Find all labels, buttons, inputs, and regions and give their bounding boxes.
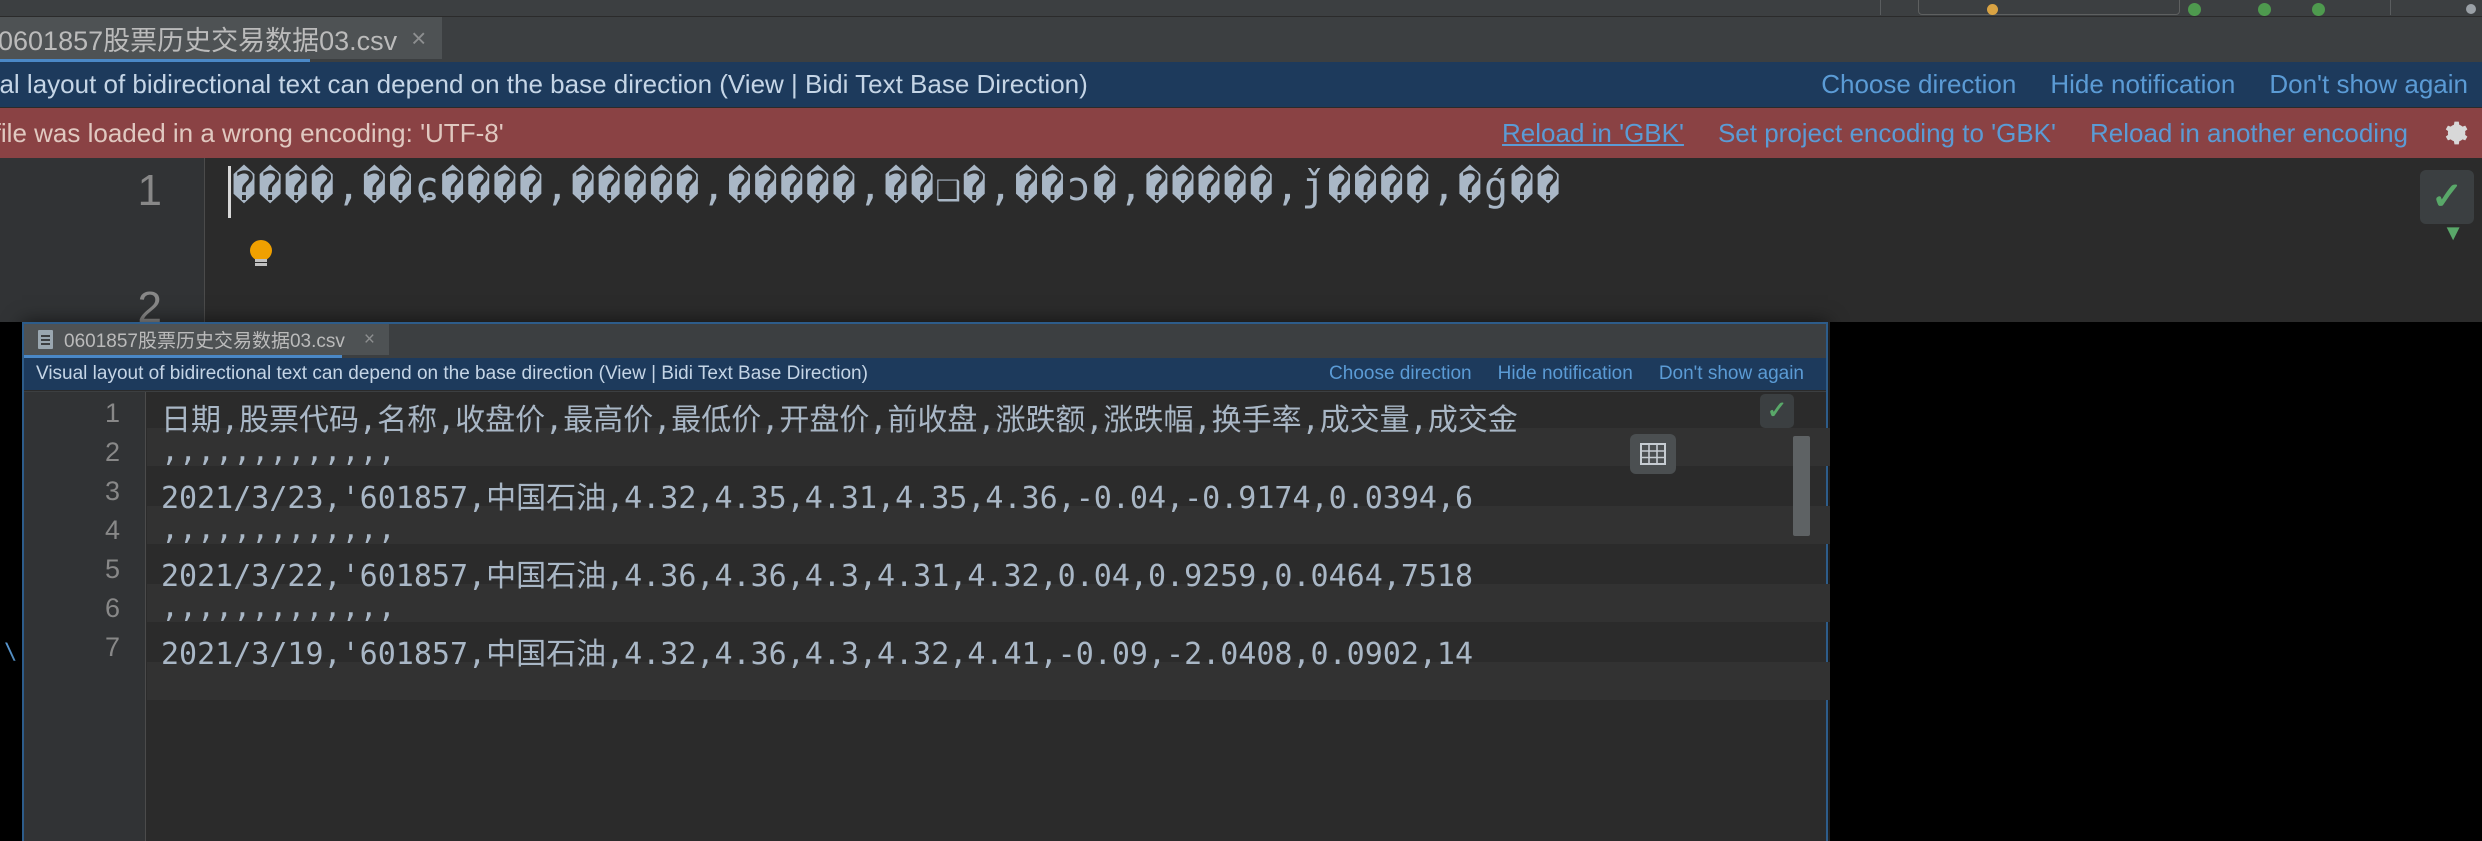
debug-button-icon[interactable] <box>2258 3 2271 16</box>
run-configuration-combo[interactable] <box>1918 0 2180 15</box>
run-config-icon <box>1987 4 1998 15</box>
code-line[interactable]: ,,,,,,,,,,,,, <box>161 512 396 547</box>
inner-bidi-notification-message: Visual layout of bidirectional text can … <box>36 363 868 384</box>
dont-show-again-link[interactable]: Don't show again <box>2269 69 2468 100</box>
vertical-scrollbar[interactable] <box>1793 392 1818 841</box>
check-icon: ✓ <box>2431 176 2463 218</box>
line-number: 1 <box>104 398 120 428</box>
csv-file-icon <box>38 330 53 349</box>
inspection-status-widget[interactable]: ✓ <box>2420 170 2474 224</box>
reload-another-encoding-link[interactable]: Reload in another encoding <box>2090 118 2408 149</box>
choose-direction-link[interactable]: Choose direction <box>1821 69 2016 100</box>
line-number: 7 <box>104 632 120 662</box>
check-icon: ✓ <box>1766 397 1788 424</box>
line-number: 1 <box>137 166 162 215</box>
outer-code-line-garbled[interactable]: ����,��ɕ����,�����,�����,��❑�,��ɔ�,�����… <box>232 164 2482 210</box>
code-line[interactable]: 2021/3/23,'601857,中国石油,4.32,4.35,4.31,4.… <box>161 473 1473 517</box>
inner-hide-notification-link[interactable]: Hide notification <box>1498 363 1633 385</box>
gear-icon[interactable] <box>2442 120 2468 146</box>
ide-screen: 0601857股票历史交易数据03.csv × sual layout of b… <box>0 0 2482 841</box>
lightbulb-icon[interactable] <box>250 240 272 266</box>
code-line[interactable]: 2021/3/22,'601857,中国石油,4.36,4.36,4.3,4.3… <box>161 551 1473 595</box>
code-line[interactable]: 日期,股票代码,名称,收盘价,最高价,最低价,开盘价,前收盘,涨跌额,涨跌幅,换… <box>161 395 1518 439</box>
hide-notification-link[interactable]: Hide notification <box>2050 69 2235 100</box>
editor-tab-label: 0601857股票历史交易数据03.csv <box>0 25 398 56</box>
left-text-fragment: \ <box>4 640 18 665</box>
chevron-down-icon[interactable]: ▼ <box>2442 220 2464 246</box>
inner-choose-direction-link[interactable]: Choose direction <box>1329 363 1472 385</box>
scrollbar-thumb[interactable] <box>1793 436 1810 536</box>
inner-inspection-status-widget[interactable]: ✓ <box>1760 394 1794 428</box>
line-number: 6 <box>104 593 120 623</box>
bidi-notification-actions: Choose direction Hide notification Don't… <box>1821 69 2482 100</box>
encoding-notification-actions: Reload in 'GBK' Set project encoding to … <box>1502 118 2482 149</box>
close-icon[interactable]: × <box>364 329 375 351</box>
inner-bidi-notification-banner: Visual layout of bidirectional text can … <box>24 358 1826 391</box>
reload-in-gbk-link[interactable]: Reload in 'GBK' <box>1502 118 1684 149</box>
line-number: 4 <box>104 515 120 545</box>
line-number: 3 <box>104 476 120 506</box>
bidi-notification-message: sual layout of bidirectional text can de… <box>0 69 1088 99</box>
bidi-notification-banner: sual layout of bidirectional text can de… <box>0 62 2482 108</box>
close-icon[interactable]: × <box>411 23 426 54</box>
line-number: 2 <box>104 437 120 467</box>
toolbar-separator-1 <box>1880 0 1881 15</box>
code-line[interactable]: ,,,,,,,,,,,,, <box>161 590 396 625</box>
code-line[interactable]: 2021/3/19,'601857,中国石油,4.32,4.36,4.3,4.3… <box>161 629 1473 673</box>
set-project-encoding-link[interactable]: Set project encoding to 'GBK' <box>1718 118 2056 149</box>
inner-dont-show-again-link[interactable]: Don't show again <box>1659 363 1804 385</box>
encoding-notification-banner: e file was loaded in a wrong encoding: '… <box>0 108 2482 158</box>
inner-editor-tab-bar: 0601857股票历史交易数据03.csv × <box>24 324 1826 358</box>
table-grid-icon[interactable] <box>1630 434 1676 474</box>
editor-tab-csv[interactable]: 0601857股票历史交易数据03.csv × <box>0 17 443 59</box>
search-everywhere-icon[interactable] <box>2466 4 2476 14</box>
inner-editor-area[interactable]: 1 2 3 4 5 6 7 日期,股票代码,名称,收盘价,最高价,最低价,开盘价… <box>24 392 1830 841</box>
window-edge-shadow-left <box>0 322 22 841</box>
inner-editor-tab-csv[interactable]: 0601857股票历史交易数据03.csv × <box>24 324 389 355</box>
run-button-icon[interactable] <box>2188 3 2201 16</box>
black-background-panel <box>1830 322 2482 841</box>
editor-tab-bar: 0601857股票历史交易数据03.csv × <box>0 17 2482 62</box>
inner-gutter: 1 2 3 4 5 6 7 <box>24 392 146 841</box>
inner-editor-window[interactable]: 0601857股票历史交易数据03.csv × Visual layout of… <box>22 322 1830 841</box>
encoding-notification-message: e file was loaded in a wrong encoding: '… <box>0 117 504 148</box>
line-number: 5 <box>104 554 120 584</box>
inner-editor-tab-label: 0601857股票历史交易数据03.csv <box>64 331 345 352</box>
inner-bidi-notification-actions: Choose direction Hide notification Don't… <box>1329 363 1826 385</box>
main-toolbar <box>0 0 2482 17</box>
text-caret <box>228 166 231 218</box>
coverage-button-icon[interactable] <box>2312 3 2325 16</box>
code-line[interactable]: ,,,,,,,,,,,,, <box>161 434 396 469</box>
toolbar-separator-2 <box>2390 0 2391 15</box>
